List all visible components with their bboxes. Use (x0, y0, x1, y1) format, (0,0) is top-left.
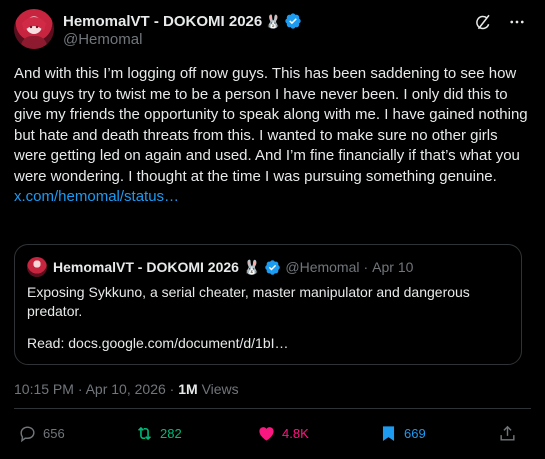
tweet-card: HemomalVT - DOKOMI 2026 🐰 @Hemomal And w… (0, 0, 545, 459)
share-icon (500, 425, 515, 441)
quoted-tweet-header: HemomalVT - DOKOMI 2026 🐰 @Hemomal · Apr… (27, 257, 413, 277)
tweet-timestamp[interactable]: 10:15 PM · Apr 10, 2026 · (14, 381, 174, 397)
like-button[interactable]: 4.8K (257, 424, 309, 443)
quoted-text: Exposing Sykkuno, a serial cheater, mast… (27, 284, 470, 319)
quoted-tweet[interactable]: HemomalVT - DOKOMI 2026 🐰 @Hemomal · Apr… (14, 244, 522, 365)
like-count: 4.8K (282, 426, 309, 441)
like-icon (259, 427, 274, 441)
author-handle[interactable]: @Hemomal (63, 31, 142, 48)
quoted-date: Apr 10 (372, 259, 414, 275)
bookmark-icon (382, 426, 395, 442)
repost-icon (138, 426, 151, 441)
author-display-name[interactable]: HemomalVT - DOKOMI 2026 (63, 13, 262, 30)
reply-button[interactable]: 656 (18, 424, 65, 443)
action-bar: 656 282 4.8K 669 (0, 424, 545, 448)
timestamp-row: 10:15 PM · Apr 10, 2026 · 1M Views (14, 381, 239, 397)
bookmark-count: 669 (404, 426, 426, 441)
tweet-body: And with this I’m logging off now guys. … (14, 64, 534, 208)
verified-badge-icon (285, 13, 302, 29)
quoted-bunny-emoji: 🐰 (242, 258, 261, 275)
bookmark-button[interactable]: 669 (379, 424, 426, 443)
reply-icon (20, 426, 35, 443)
tweet-text: And with this I’m logging off now guys. … (14, 65, 528, 185)
author-name-row[interactable]: HemomalVT - DOKOMI 2026 🐰 (63, 12, 302, 30)
views-count: 1M (178, 381, 198, 397)
more-icon[interactable] (507, 12, 527, 32)
repost-count: 282 (160, 426, 182, 441)
reply-count: 656 (43, 426, 65, 441)
quoted-separator: · (363, 259, 369, 275)
quoted-read-line: Read: docs.google.com/document/d/1bI… (27, 335, 289, 351)
views-label: Views (201, 381, 239, 397)
divider (14, 408, 531, 409)
repost-button[interactable]: 282 (135, 424, 182, 443)
tweet-link[interactable]: x.com/hemomal/status… (14, 187, 534, 208)
verified-badge-icon (265, 259, 281, 275)
bunny-emoji: 🐰 (265, 13, 282, 29)
avatar[interactable] (14, 9, 54, 49)
quoted-display-name: HemomalVT - DOKOMI 2026 (53, 259, 239, 275)
share-button[interactable] (498, 424, 517, 443)
quoted-avatar (27, 257, 47, 277)
quoted-handle: @Hemomal (285, 259, 360, 275)
grok-icon[interactable] (473, 12, 493, 32)
header-actions (473, 12, 527, 32)
